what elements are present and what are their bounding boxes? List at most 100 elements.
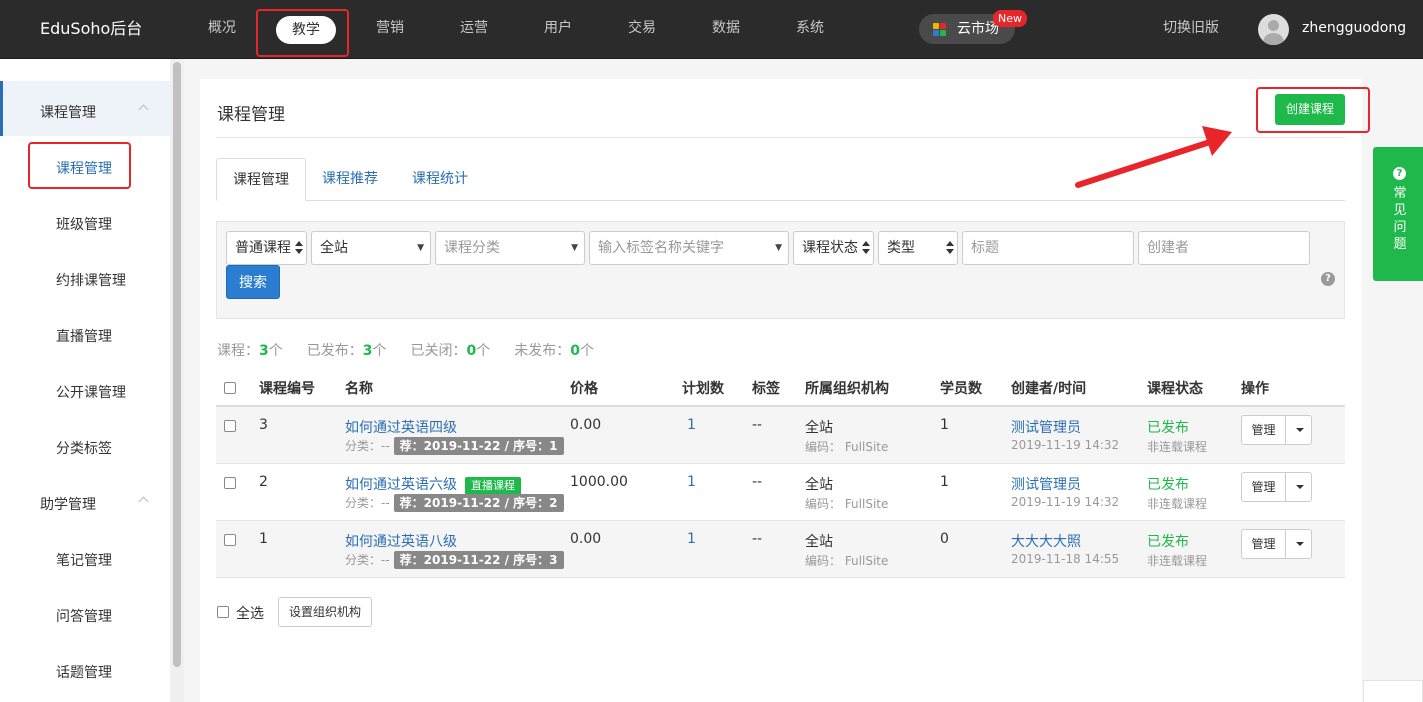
category-select[interactable]: 课程分类 ▼	[435, 231, 585, 265]
tab-course-statistics[interactable]: 课程统计	[396, 158, 484, 201]
sidebar-group-assist[interactable]: 助学管理	[40, 494, 149, 514]
nav-operation[interactable]: 运营	[460, 0, 488, 59]
manage-button-group[interactable]: 管理	[1241, 472, 1312, 502]
th-status: 课程状态	[1147, 381, 1203, 397]
course-name-link[interactable]: 如何通过英语四级	[345, 417, 457, 437]
course-name-link[interactable]: 如何通过英语八级	[345, 531, 457, 551]
cell-org: 全站	[805, 534, 833, 550]
cell-org: 全站	[805, 477, 833, 493]
course-meta: 分类：-- 荐：2019-11-22 / 序号：3	[345, 551, 564, 569]
tab-course-manage[interactable]: 课程管理	[216, 158, 306, 201]
live-course-tag: 直播课程	[465, 477, 521, 495]
course-type-value: 普通课程	[235, 240, 291, 256]
manage-button-group[interactable]: 管理	[1241, 529, 1312, 559]
sidebar-scrollbar-thumb[interactable]	[173, 62, 181, 667]
apps-grid-icon	[933, 23, 946, 36]
recommend-tag: 荐：2019-11-22 / 序号：2	[393, 494, 564, 512]
th-actions: 操作	[1241, 381, 1269, 397]
cell-students: 0	[940, 531, 949, 547]
username[interactable]: zhengguodong	[1302, 0, 1406, 59]
status-value: 课程状态	[802, 240, 858, 256]
nav-overview[interactable]: 概况	[208, 0, 236, 59]
cell-tags: --	[752, 474, 763, 490]
sidebar-item-category-tags[interactable]: 分类标签	[56, 438, 112, 458]
tab-course-recommend[interactable]: 课程推荐	[306, 158, 394, 201]
row-checkbox[interactable]	[224, 534, 236, 546]
course-name-link[interactable]: 如何通过英语六级	[345, 477, 457, 493]
cell-price: 0.00	[570, 531, 602, 547]
sidebar-item-open-course[interactable]: 公开课管理	[56, 382, 126, 402]
cell-created-at: 2019-11-18 14:55	[1011, 552, 1120, 566]
stat-unit: 个	[372, 343, 387, 359]
course-type-select[interactable]: 普通课程	[226, 231, 307, 265]
course-status-select[interactable]: 课程状态	[793, 231, 874, 265]
switch-old-version-link[interactable]: 切换旧版	[1163, 0, 1219, 59]
cell-tags: --	[752, 417, 763, 433]
nav-marketing[interactable]: 营销	[376, 0, 404, 59]
select-all-checkbox[interactable]	[217, 606, 229, 618]
manage-button-group[interactable]: 管理	[1241, 415, 1312, 445]
title-input[interactable]: 标题	[962, 231, 1134, 265]
sidebar-item-live-manage[interactable]: 直播管理	[56, 326, 112, 346]
course-category: 分类：--	[345, 496, 390, 510]
nav-system[interactable]: 系统	[796, 0, 824, 59]
select-all-header-checkbox[interactable]	[224, 382, 236, 394]
status-badge: 已发布	[1147, 420, 1189, 436]
cell-org-code: 编码： FullSite	[805, 440, 889, 454]
caret-down-icon[interactable]	[1296, 428, 1304, 432]
sidebar-item-qa[interactable]: 问答管理	[56, 606, 112, 626]
stat-unpublished-label: 未发布：	[514, 343, 571, 359]
recommend-tag: 荐：2019-11-22 / 序号：1	[393, 437, 564, 455]
cell-org-code: 编码： FullSite	[805, 554, 889, 568]
cell-plans-link[interactable]: 1	[687, 531, 696, 547]
sidebar-group-course[interactable]: 课程管理	[40, 102, 149, 122]
set-org-button[interactable]: 设置组织机构	[278, 597, 372, 627]
page-title: 课程管理	[217, 105, 285, 125]
avatar[interactable]	[1258, 14, 1289, 45]
course-kind-select[interactable]: 类型	[878, 231, 958, 265]
creator-input[interactable]: 创建者	[1138, 231, 1310, 265]
search-button[interactable]: 搜索	[226, 265, 280, 299]
site-select[interactable]: 全站 ▼	[311, 231, 431, 265]
question-icon: ?	[1393, 167, 1406, 180]
sidebar-item-topics[interactable]: 话题管理	[56, 662, 112, 682]
cell-plans-link[interactable]: 1	[687, 474, 696, 490]
stat-unpublished-count: 0	[570, 343, 580, 359]
annotation-highlight-sidebar	[28, 142, 131, 189]
manage-button[interactable]: 管理	[1242, 530, 1286, 558]
creator-link[interactable]: 测试管理员	[1011, 417, 1081, 437]
cell-course-id: 3	[259, 417, 268, 433]
nav-users[interactable]: 用户	[544, 0, 572, 59]
cell-students: 1	[940, 474, 949, 490]
sidebar-item-schedule-manage[interactable]: 约排课管理	[56, 270, 126, 290]
creator-link[interactable]: 大大大大照	[1011, 531, 1081, 551]
help-icon[interactable]: ?	[1321, 272, 1335, 286]
recommend-tag: 荐：2019-11-22 / 序号：3	[393, 551, 564, 569]
caret-down-icon[interactable]	[1296, 542, 1304, 546]
manage-button[interactable]: 管理	[1242, 473, 1286, 501]
nav-trade[interactable]: 交易	[628, 0, 656, 59]
status-badge: 已发布	[1147, 477, 1189, 493]
tag-keyword-select[interactable]: 输入标签名称关键字 ▼	[589, 231, 789, 265]
course-meta: 分类：-- 荐：2019-11-22 / 序号：1	[345, 437, 564, 455]
select-all-label[interactable]: 全选	[236, 603, 264, 623]
row-checkbox[interactable]	[224, 477, 236, 489]
sidebar-item-class-manage[interactable]: 班级管理	[56, 214, 112, 234]
th-price: 价格	[570, 381, 598, 397]
cell-course-id: 1	[259, 531, 268, 547]
sidebar-group-label: 助学管理	[40, 497, 96, 513]
cell-plans-link[interactable]: 1	[687, 417, 696, 433]
corner-widget[interactable]	[1363, 680, 1423, 702]
stat-course-label: 课程：	[217, 343, 259, 359]
nav-data[interactable]: 数据	[712, 0, 740, 59]
faq-side-tab[interactable]: ? 常见问题	[1373, 147, 1423, 281]
th-students: 学员数	[940, 381, 982, 397]
manage-button[interactable]: 管理	[1242, 416, 1286, 444]
sidebar-item-notes[interactable]: 笔记管理	[56, 550, 112, 570]
row-checkbox[interactable]	[224, 420, 236, 432]
caret-down-icon[interactable]	[1296, 485, 1304, 489]
cell-price: 1000.00	[570, 474, 628, 490]
creator-link[interactable]: 测试管理员	[1011, 474, 1081, 494]
stat-published-label: 已发布：	[306, 343, 363, 359]
brand-logo[interactable]: EduSoho后台	[40, 0, 142, 59]
